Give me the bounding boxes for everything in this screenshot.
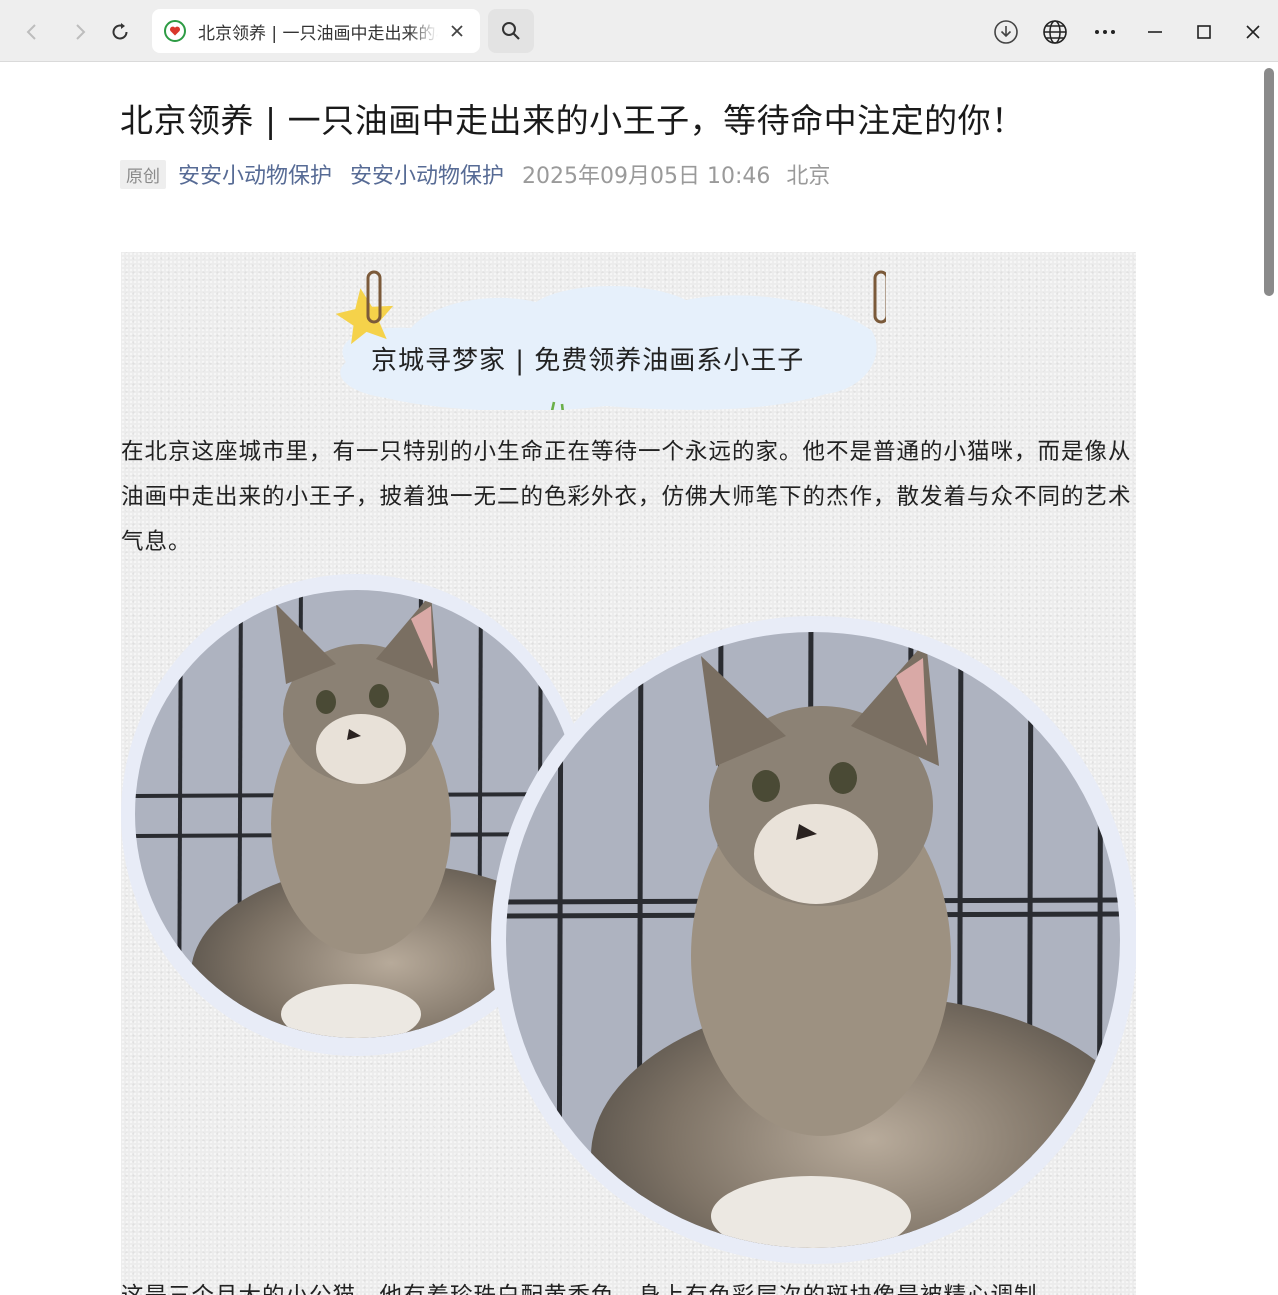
active-tab[interactable]: 北京领养 | 一只油画中走出来的小王子，等待命中注定的你！ xyxy=(152,9,480,53)
original-badge: 原创 xyxy=(120,159,166,189)
minimize-icon xyxy=(1148,31,1162,33)
translate-button[interactable] xyxy=(1035,12,1075,52)
more-button[interactable] xyxy=(1085,12,1125,52)
window-close-button[interactable] xyxy=(1233,12,1273,52)
paragraph-continued: 这是三个月大的小公猫，他有着珍珠白配黄香色，身上有色彩层次的斑块像是被精心调制 xyxy=(121,1274,1136,1295)
cat-photo-right xyxy=(491,616,1136,1264)
article-title: 北京领养 | 一只油画中走出来的小王子，等待命中注定的你！ xyxy=(120,101,1025,140)
back-icon xyxy=(26,24,36,40)
window-close-icon xyxy=(1246,25,1260,39)
article-content: 京城寻梦家 | 免费领养油画系小王子 在北京这座城市里，有一只特别的小生命正在等… xyxy=(121,252,1136,1295)
maximize-icon xyxy=(1197,25,1211,39)
close-icon xyxy=(451,25,463,37)
tab-title: 北京领养 | 一只油画中走出来的小王子，等待命中注定的你！ xyxy=(198,18,438,44)
forward-icon xyxy=(76,24,86,40)
more-icon xyxy=(1095,30,1115,34)
reload-icon xyxy=(112,23,128,40)
account-name-link[interactable]: 安安小动物保护 xyxy=(178,158,332,190)
publish-location: 北京 xyxy=(786,164,831,189)
site-favicon xyxy=(164,20,186,42)
search-tab-button[interactable] xyxy=(488,9,534,53)
publish-date: 2025年09月05日 10:46 xyxy=(522,164,771,189)
article-meta: 原创 安安小动物保护 安安小动物保护 2025年09月05日 10:46 北京 xyxy=(120,158,830,190)
tab-close-button[interactable] xyxy=(446,20,468,42)
paragraph-intro: 在北京这座城市里，有一只特别的小生命正在等待一个永远的家。他不是普通的小猫咪，而… xyxy=(121,439,1132,555)
maximize-button[interactable] xyxy=(1184,12,1224,52)
scrollbar-thumb[interactable] xyxy=(1264,68,1274,296)
reload-button[interactable] xyxy=(100,12,140,52)
download-button[interactable] xyxy=(986,12,1026,52)
download-icon xyxy=(994,20,1018,44)
globe-icon xyxy=(1043,20,1067,44)
paperclip-right-icon xyxy=(873,270,886,324)
banner-heading: 京城寻梦家 | 免费领养油画系小王子 xyxy=(371,346,805,376)
forward-button[interactable] xyxy=(60,12,100,52)
author-name-link[interactable]: 安安小动物保护 xyxy=(350,158,504,190)
back-button[interactable] xyxy=(12,12,52,52)
minimize-button[interactable] xyxy=(1135,12,1175,52)
browser-toolbar: 北京领养 | 一只油画中走出来的小王子，等待命中注定的你！ xyxy=(0,0,1278,62)
search-icon xyxy=(502,22,520,40)
